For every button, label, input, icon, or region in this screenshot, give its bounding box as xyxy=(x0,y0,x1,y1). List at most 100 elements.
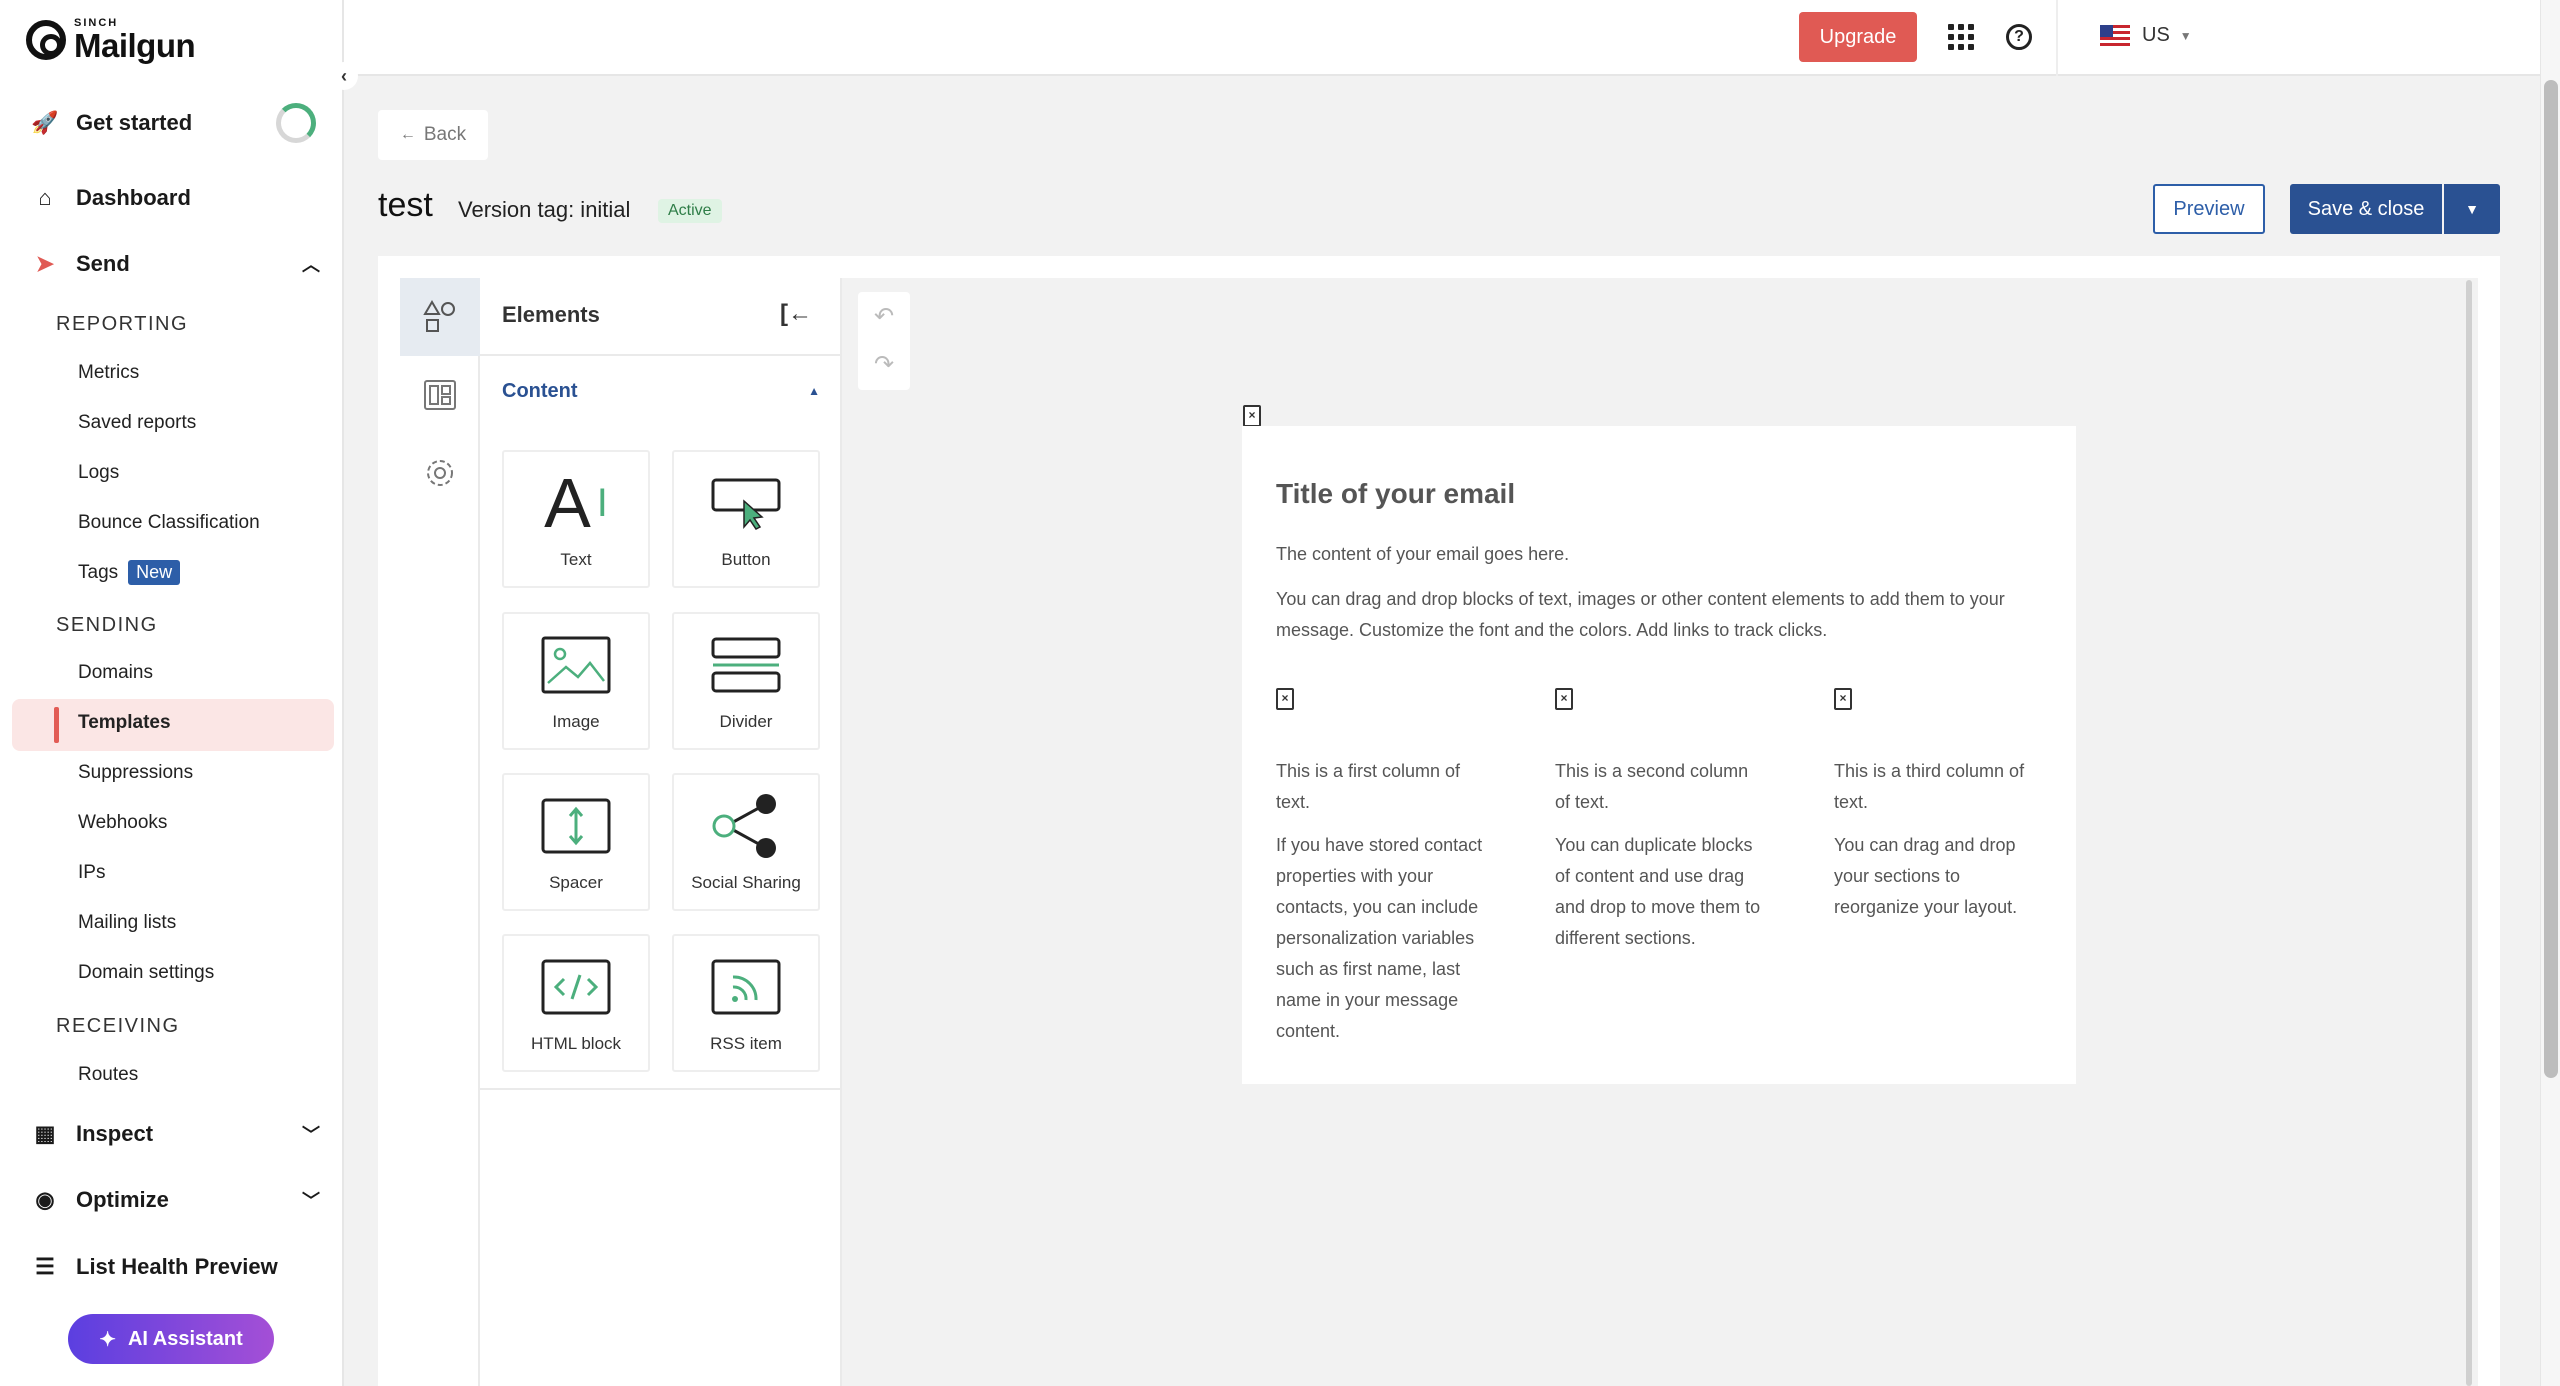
nav-bounce-classification[interactable]: Bounce Classification xyxy=(78,512,260,534)
email-column-2[interactable]: This is a second column of text. You can… xyxy=(1555,756,1765,954)
us-flag-icon xyxy=(2100,24,2130,47)
element-tile-label: Social Sharing xyxy=(691,873,801,892)
nav-logs[interactable]: Logs xyxy=(78,462,119,484)
send-icon: ➤ xyxy=(35,251,55,276)
content-section-toggle[interactable]: Content ▲ xyxy=(502,380,820,403)
text-icon: AI xyxy=(544,464,608,542)
code-icon xyxy=(504,946,648,1028)
collapse-sidebar-icon[interactable]: ‹ xyxy=(330,62,358,90)
mailgun-logo[interactable]: SINCH Mailgun xyxy=(26,18,196,62)
element-tile-label: Image xyxy=(552,712,600,731)
apps-grid-icon[interactable] xyxy=(1948,24,1974,50)
ai-assistant-button[interactable]: ✦ AI Assistant xyxy=(68,1314,274,1364)
section-reporting: REPORTING xyxy=(56,313,189,335)
content-section-label: Content xyxy=(502,380,578,402)
column-text: You can duplicate blocks of content and … xyxy=(1555,835,1761,948)
help-icon[interactable]: ? xyxy=(2006,24,2032,50)
element-tile-label: Button xyxy=(721,550,771,569)
email-paragraph[interactable]: The content of your email goes here. xyxy=(1276,544,1569,565)
element-tile-html-block[interactable]: HTML block xyxy=(502,934,650,1072)
element-tile-label: Divider xyxy=(719,712,773,731)
save-options-dropdown[interactable]: ▼ xyxy=(2444,184,2500,234)
rss-icon xyxy=(674,946,818,1028)
home-icon: ⌂ xyxy=(38,185,52,210)
share-icon xyxy=(674,785,818,867)
sidebar: SINCH Mailgun 🚀 Get started ⌂ Dashboard … xyxy=(0,0,344,1386)
back-button[interactable]: ← Back xyxy=(378,110,488,160)
image-icon xyxy=(504,624,648,706)
nav-optimize-label: Optimize xyxy=(76,1187,169,1212)
nav-inspect-label: Inspect xyxy=(76,1121,154,1146)
collapse-panel-icon[interactable]: [← xyxy=(780,300,812,328)
ai-assistant-label: AI Assistant xyxy=(127,1327,243,1350)
nav-templates[interactable]: Templates xyxy=(78,712,171,734)
nav-saved-reports[interactable]: Saved reports xyxy=(78,412,196,434)
column-text: This is a third column of text. xyxy=(1834,761,2025,812)
status-badge: Active xyxy=(658,199,722,223)
nav-inspect[interactable]: ▦ Inspect ﹀ xyxy=(30,1121,320,1147)
layout-tab[interactable] xyxy=(400,356,480,434)
nav-mailing-lists[interactable]: Mailing lists xyxy=(78,912,176,934)
scrollbar-thumb[interactable] xyxy=(2544,80,2558,1078)
email-column-1[interactable]: This is a first column of text. If you h… xyxy=(1276,756,1486,1047)
page-title: test xyxy=(378,186,433,224)
column-text: This is a first column of text. xyxy=(1276,761,1461,812)
nav-list-health[interactable]: ☰ List Health Preview xyxy=(30,1254,320,1280)
nav-optimize[interactable]: ◉ Optimize ﹀ xyxy=(30,1187,320,1213)
new-badge: New xyxy=(128,560,181,585)
nav-tags[interactable]: Tags New xyxy=(78,560,181,585)
nav-routes[interactable]: Routes xyxy=(78,1064,138,1086)
email-title[interactable]: Title of your email xyxy=(1276,478,1515,510)
element-tile-label: Text xyxy=(560,550,592,569)
element-tile-label: RSS item xyxy=(710,1034,782,1053)
email-column-3[interactable]: This is a third column of text. You can … xyxy=(1834,756,2044,923)
nav-suppressions[interactable]: Suppressions xyxy=(78,762,193,784)
upgrade-button[interactable]: Upgrade xyxy=(1799,12,1917,62)
element-tile-text[interactable]: AI Text xyxy=(502,450,650,588)
nav-webhooks[interactable]: Webhooks xyxy=(78,812,167,834)
broken-image-icon: × xyxy=(1276,688,1294,710)
nav-get-started[interactable]: 🚀 Get started xyxy=(30,103,320,143)
region-selector[interactable]: US ▼ xyxy=(2100,24,2192,47)
email-preview[interactable]: Title of your email The content of your … xyxy=(1242,426,2076,1084)
redo-icon[interactable]: ↷ xyxy=(858,340,910,388)
nav-active-highlight xyxy=(12,699,334,751)
nav-domains[interactable]: Domains xyxy=(78,662,153,684)
preview-button[interactable]: Preview xyxy=(2153,184,2265,234)
back-label: Back xyxy=(423,124,467,145)
element-tile-social-sharing[interactable]: Social Sharing xyxy=(672,773,820,911)
nav-send-label: Send xyxy=(76,251,130,276)
chevron-up-icon: ︿ xyxy=(302,255,320,275)
elements-panel: Elements [← Content ▲ AI Text Button Ima… xyxy=(480,278,842,1386)
settings-tab[interactable] xyxy=(400,434,480,512)
spacer-icon xyxy=(504,785,648,867)
element-tile-spacer[interactable]: Spacer xyxy=(502,773,650,911)
nav-domain-settings[interactable]: Domain settings xyxy=(78,962,214,984)
element-tile-label: HTML block xyxy=(530,1034,622,1053)
history-controls: ↶ ↷ xyxy=(858,292,910,390)
element-tile-rss-item[interactable]: RSS item xyxy=(672,934,820,1072)
nav-list-health-label: List Health Preview xyxy=(76,1254,278,1279)
nav-metrics[interactable]: Metrics xyxy=(78,362,139,384)
email-paragraph[interactable]: You can drag and drop blocks of text, im… xyxy=(1276,584,2046,646)
nav-dashboard[interactable]: ⌂ Dashboard xyxy=(30,185,320,211)
canvas-scrollbar[interactable] xyxy=(2466,280,2472,1386)
broken-image-icon: × xyxy=(1834,688,1852,710)
divider-icon xyxy=(674,624,818,706)
element-tile-button[interactable]: Button xyxy=(672,450,820,588)
progress-ring xyxy=(276,103,316,143)
region-label: US xyxy=(2142,24,2170,46)
element-tile-image[interactable]: Image xyxy=(502,612,650,750)
panel-title: Elements xyxy=(502,302,600,327)
element-tile-divider[interactable]: Divider xyxy=(672,612,820,750)
caret-down-icon: ▼ xyxy=(2465,201,2479,217)
rocket-icon: 🚀 xyxy=(31,110,59,135)
nav-dashboard-label: Dashboard xyxy=(76,185,191,210)
page-scrollbar[interactable] xyxy=(2540,0,2560,1386)
nav-send[interactable]: ➤ Send ︿ xyxy=(30,251,320,277)
save-close-button[interactable]: Save & close xyxy=(2290,184,2442,234)
undo-icon[interactable]: ↶ xyxy=(858,292,910,340)
mailgun-logo-icon xyxy=(26,20,66,60)
elements-tab[interactable] xyxy=(400,278,480,356)
nav-ips[interactable]: IPs xyxy=(78,862,105,884)
